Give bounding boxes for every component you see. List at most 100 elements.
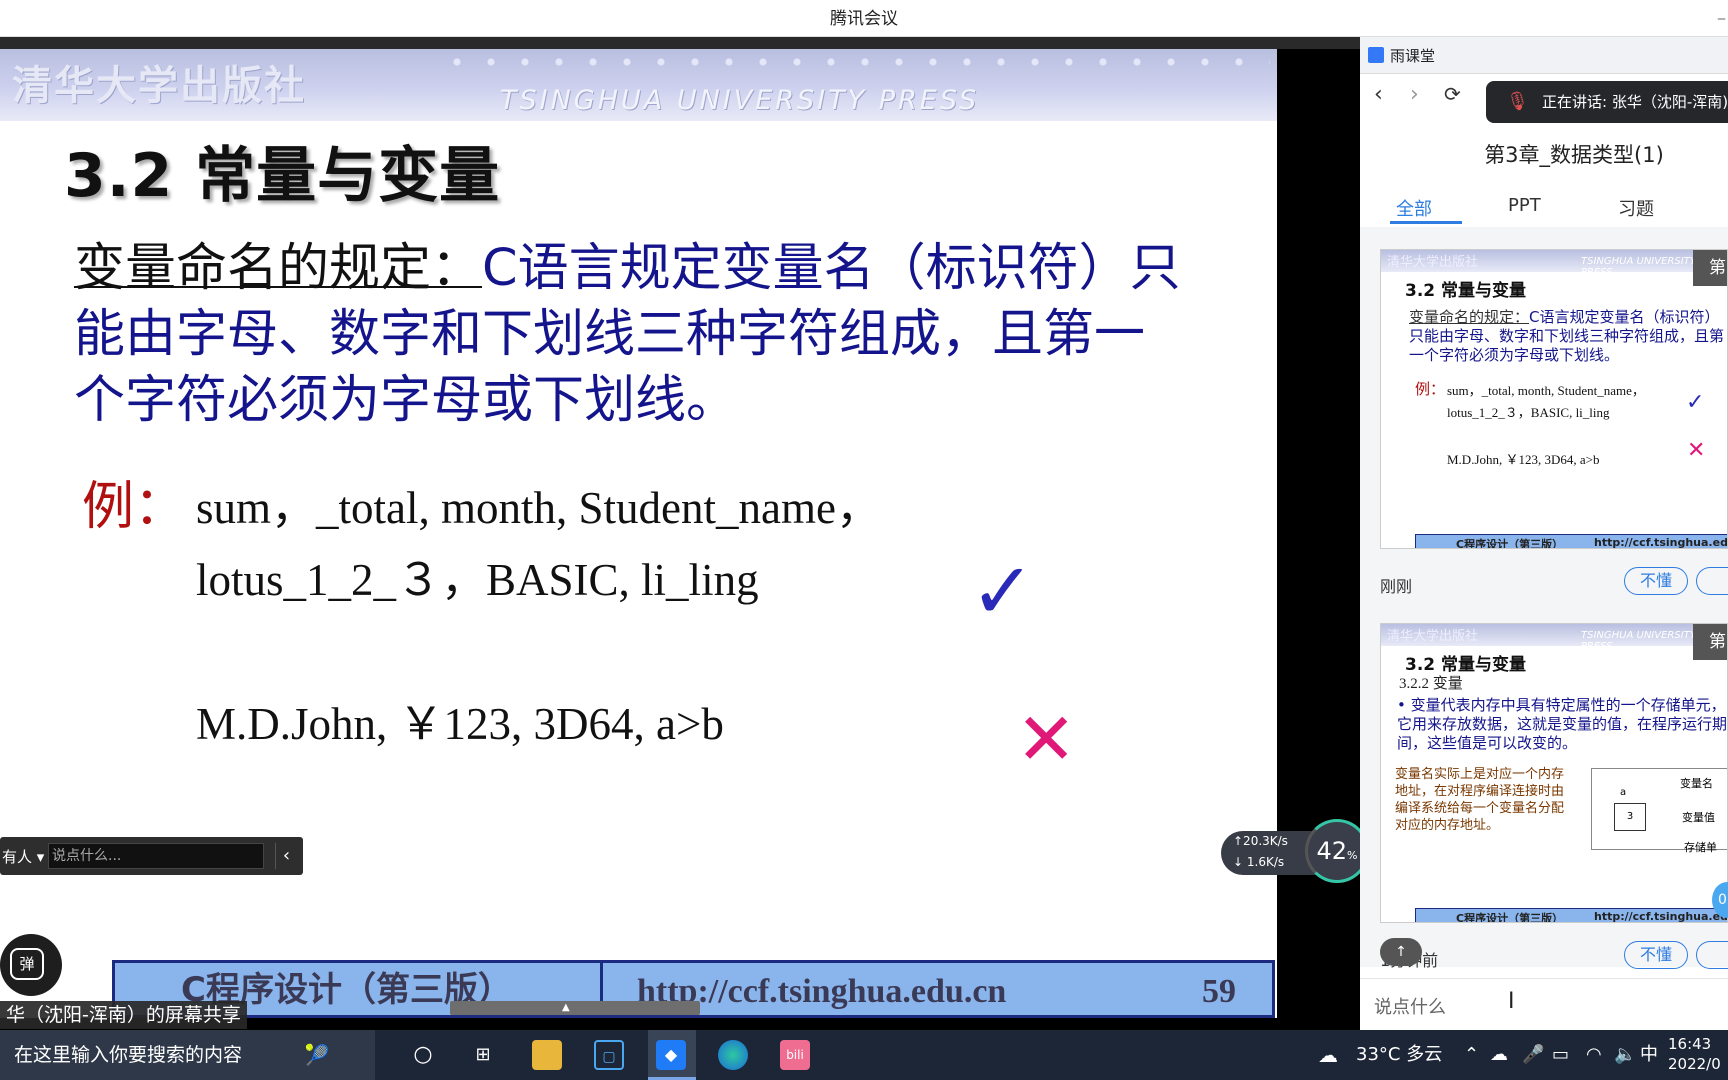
thumb-footer: C程序设计（第三版） http://ccf.tsinghua.edu.cn [1415, 534, 1728, 549]
press-name-en: TSINGHUA UNIVERSITY PRESS [500, 85, 980, 116]
slide-thumbnail[interactable]: 清华大学出版社 TSINGHUA UNIVERSITY PRESS 3.2 常量与… [1380, 249, 1728, 549]
slide-number-badge: 第 [1693, 624, 1727, 660]
window-title: 腾讯会议 [830, 9, 898, 29]
wifi-icon[interactable]: ◠ [1586, 1030, 1602, 1080]
dont-understand-button[interactable]: 不懂 [1624, 567, 1688, 595]
diag-box: 3 [1614, 803, 1646, 831]
weather-icon[interactable]: ☁ [1318, 1030, 1338, 1080]
slide-card[interactable]: 清华大学出版社 TSINGHUA UNIVERSITY PRESS 3.2 常量与… [1380, 249, 1728, 599]
diag-label-name: 变量名 [1680, 777, 1713, 790]
danmu-toggle-button[interactable]: 弹 [0, 934, 62, 996]
file-explorer-icon[interactable] [532, 1040, 562, 1070]
tencent-meeting-icon[interactable]: ◆ [656, 1040, 686, 1070]
thumb-footer-url: http://ccf.tsinghua.edu.cn [1594, 536, 1728, 549]
panel-app-name: 雨课堂 [1390, 47, 1436, 65]
cpu-usage-value: 42 [1316, 837, 1348, 865]
dont-understand-button[interactable]: 不懂 [1624, 941, 1688, 969]
text-cursor-icon: I [1508, 989, 1515, 1014]
thumb-example-line-2: lotus_1_2_３，BASIC, li_ling [1447, 405, 1610, 420]
thumb-footer-url: http://ccf.tsinghua.edu.cn [1594, 910, 1728, 923]
cpu-usage-unit: % [1347, 849, 1358, 862]
rain-classroom-panel: 雨课堂 ‹ › ⟳ 🎙 正在讲话: 张华（沈阳-浑南) 第3章_数据类型(1) … [1360, 37, 1728, 1030]
tab-exercise[interactable]: 习题 [1618, 195, 1654, 221]
naming-rule: 变量命名的规定：C语言规定变量名（标识符）只能由字母、数字和下划线三种字符组成，… [74, 236, 1184, 434]
thumb-subtitle: 3.2.2 变量 [1399, 676, 1463, 692]
slide-title: 3.2 常量与变量 [64, 141, 501, 211]
collect-button[interactable] [1696, 567, 1728, 595]
scroll-top-button[interactable]: ↑ [1380, 938, 1422, 966]
speaking-text: 正在讲话: 张华（沈阳-浑南) [1542, 93, 1728, 111]
bilibili-icon[interactable]: ▢ [594, 1040, 624, 1070]
edge-icon[interactable] [718, 1040, 748, 1070]
thumb-bullet: • 变量代表内存中具有特定属性的一个存储单元，它用来存放数据，这就是变量的值，在… [1397, 696, 1728, 752]
slide-number-badge: 第 [1693, 250, 1727, 286]
video-top-strip [0, 37, 1360, 49]
battery-icon[interactable]: ▭ [1552, 1030, 1569, 1080]
thumb-rule-label: 变量命名的规定： [1409, 308, 1530, 326]
diag-var-a: a [1620, 787, 1627, 798]
cross-icon: ✕ [1016, 697, 1077, 781]
network-speed-widget: ↑20.3K/s ↓ 1.6K/s 42% [1221, 819, 1369, 883]
collapse-button[interactable]: ‹ [275, 843, 297, 869]
thumb-example-invalid: M.D.John, ￥123, 3D64, a>b [1447, 452, 1600, 467]
thumb-footer-book: C程序设计（第三版） [1456, 538, 1564, 549]
back-icon[interactable]: ‹ [1374, 82, 1383, 107]
thumb-example-label: 例： [1415, 380, 1446, 398]
diag-label-storage: 存储单 [1684, 841, 1717, 854]
course-title: 第3章_数据类型(1) [1484, 143, 1664, 167]
mic-muted-icon: 🎙 [1506, 91, 1529, 112]
danmu-icon: 弹 [10, 948, 44, 980]
footer-right: http://ccf.tsinghua.edu.cn 59 [603, 963, 1272, 1015]
cortana-icon[interactable]: ○ [408, 1040, 438, 1070]
tab-ppt[interactable]: PPT [1508, 195, 1541, 216]
slide-card[interactable]: 清华大学出版社 TSINGHUA UNIVERSITY PRESS 3.2 常量与… [1380, 623, 1728, 973]
slide-header: 清华大学出版社 TSINGHUA UNIVERSITY PRESS [0, 49, 1277, 121]
chevron-up-icon[interactable]: ▲ [562, 1002, 570, 1013]
window-titlebar: 腾讯会议 ‒ [0, 0, 1728, 37]
refresh-icon[interactable]: ⟳ [1444, 82, 1461, 106]
danmu-input[interactable]: 说点什么... [48, 843, 264, 869]
slide-thumbnail[interactable]: 清华大学出版社 TSINGHUA UNIVERSITY PRESS 3.2 常量与… [1380, 623, 1728, 923]
weather-text[interactable]: 33°C 多云 [1356, 1030, 1442, 1080]
example-valid-line-1: sum，_total, month, Student_name， [196, 483, 881, 533]
thumb-note: 变量名实际上是对应一个内存地址，在对程序编译连接时由编译系统给每一个变量名分配对… [1395, 767, 1565, 833]
clock-date: 2022/0 [1668, 1055, 1721, 1073]
chat-placeholder: 说点什么 [1374, 997, 1446, 1018]
thumb-press-name: 清华大学出版社 [1387, 255, 1479, 270]
naming-rule-label: 变量命名的规定： [74, 239, 483, 298]
screen-share-label: 华（沈阳-浑南）的屏幕共享 [0, 1001, 247, 1029]
collect-button[interactable] [1696, 941, 1728, 969]
press-name-cn: 清华大学出版社 [12, 63, 306, 109]
thumb-title: 3.2 常量与变量 [1405, 281, 1527, 301]
thumb-footer-book: C程序设计（第三版） [1456, 912, 1564, 923]
thumb-variable-diagram: a 3 变量名 变量值 存储单 [1591, 768, 1727, 854]
ime-indicator[interactable]: 中 [1640, 1030, 1658, 1080]
share-control-bar[interactable]: ▲ [450, 1001, 700, 1015]
search-highlight-icon[interactable]: 🎾 [302, 1040, 332, 1070]
panel-titlebar: 雨课堂 [1360, 37, 1728, 74]
danmu-audience-select[interactable]: 有人 ▾ [2, 846, 44, 867]
thumb-footer: C程序设计（第三版） http://ccf.tsinghua.edu.cn [1415, 908, 1728, 923]
forward-icon[interactable]: › [1410, 82, 1419, 107]
diag-label-value: 变量值 [1682, 811, 1715, 824]
cross-icon: ✕ [1687, 438, 1706, 463]
active-tab-indicator [1390, 221, 1462, 224]
task-view-icon[interactable]: ⊞ [468, 1040, 498, 1070]
microphone-icon[interactable]: 🎤 [1522, 1030, 1544, 1080]
danmu-bar: 有人 ▾ 说点什么... ‹ [0, 837, 303, 875]
example-invalid-line: M.D.John, ￥123, 3D64, a>b [196, 699, 724, 749]
page-number: 59 [1202, 973, 1236, 1010]
thumb-press-name: 清华大学出版社 [1387, 629, 1479, 644]
download-speed: ↓ 1.6K/s [1233, 855, 1285, 869]
taskbar-clock[interactable]: 16:43 2022/0 [1668, 1034, 1721, 1074]
onedrive-icon[interactable]: ☁ [1490, 1030, 1508, 1080]
tray-chevron-icon[interactable]: ⌃ [1464, 1030, 1479, 1080]
minimize-button[interactable]: ‒ [1717, 0, 1726, 38]
card-time: 刚刚 [1380, 577, 1413, 596]
slide-feed: 清华大学出版社 TSINGHUA UNIVERSITY PRESS 3.2 常量与… [1360, 227, 1728, 970]
thumb-example-line-1: sum，_total, month, Student_name， [1447, 383, 1645, 398]
tab-all[interactable]: 全部 [1396, 195, 1432, 221]
volume-icon[interactable]: 🔈 [1614, 1030, 1636, 1080]
chat-input[interactable]: 说点什么 I [1360, 978, 1728, 1030]
bilibili-app-icon[interactable]: bili [780, 1040, 810, 1070]
